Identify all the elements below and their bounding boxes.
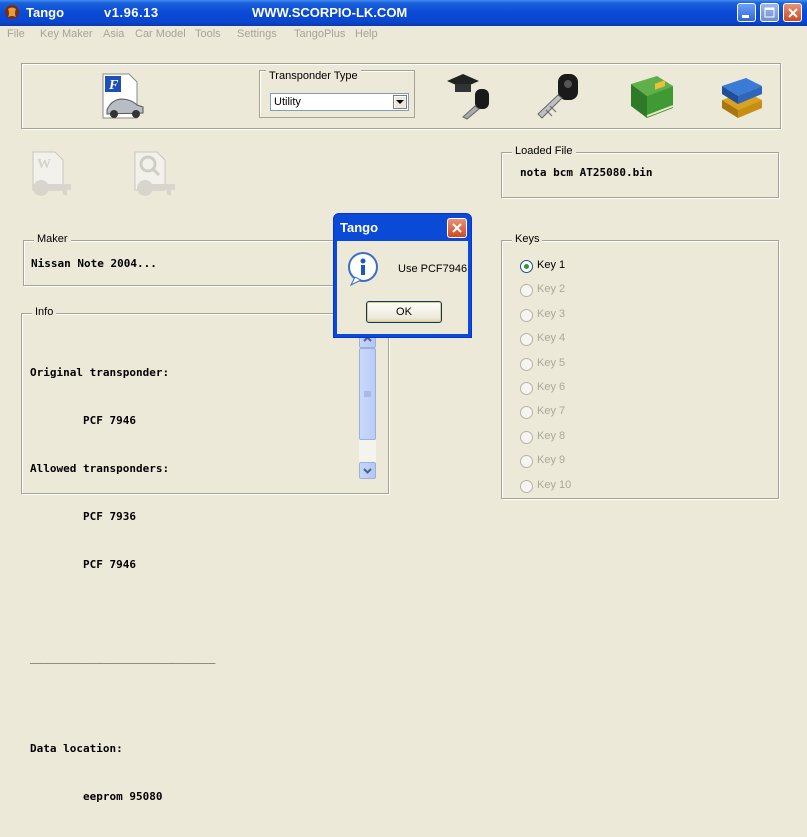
title-bar[interactable]: Tango v1.96.13 WWW.SCORPIO-LK.COM: [0, 0, 807, 26]
message-dialog: Tango Use PCF7946 OK: [333, 213, 472, 338]
car-file-icon[interactable]: F: [99, 72, 145, 122]
info-panel: Info Original transponder: PCF 7946 Allo…: [21, 306, 389, 803]
green-book-icon[interactable]: [627, 72, 675, 122]
dropdown-button[interactable]: [393, 95, 407, 109]
close-button[interactable]: [783, 3, 802, 22]
transponder-type-label: Transponder Type: [266, 70, 361, 82]
maximize-icon: [764, 7, 775, 18]
search-key-icon[interactable]: [131, 150, 179, 200]
chevron-down-icon: [363, 468, 372, 474]
info-line: PCF 7946: [30, 558, 136, 571]
key-radio-label: Key 10: [537, 478, 572, 491]
transponder-type-value: Utility: [274, 96, 301, 108]
chevron-down-icon: [396, 100, 404, 104]
key-radio-label: Key 5: [537, 356, 566, 369]
graduation-key-icon[interactable]: [445, 71, 493, 121]
window-title: Tango: [26, 5, 65, 20]
menu-car-model[interactable]: Car Model: [135, 28, 186, 40]
key-radio-5[interactable]: [520, 357, 533, 371]
window-website: WWW.SCORPIO-LK.COM: [252, 5, 408, 20]
menu-file[interactable]: File: [7, 28, 25, 40]
info-line: [30, 701, 215, 709]
window-version: v1.96.13: [104, 5, 159, 20]
info-scrollbar[interactable]: [359, 331, 376, 479]
menu-key-maker[interactable]: Key Maker: [40, 28, 93, 40]
key-fob-icon[interactable]: [536, 70, 584, 122]
loaded-file-panel: Loaded File nota bcm AT25080.bin: [501, 145, 779, 198]
transponder-type-select[interactable]: Utility: [270, 93, 409, 111]
dialog-title: Tango: [340, 220, 379, 235]
key-radio-label: Key 1: [537, 259, 566, 271]
svg-text:W: W: [37, 157, 51, 172]
maker-label: Maker: [34, 233, 71, 245]
write-key-icon[interactable]: W: [29, 150, 75, 200]
info-line: PCF 7946: [30, 414, 136, 427]
key-radio-10[interactable]: [520, 479, 533, 493]
info-line: PCF 7936: [30, 510, 136, 523]
dialog-message: Use PCF7946: [398, 263, 468, 275]
menu-tangoplus[interactable]: TangoPlus: [294, 28, 345, 40]
menu-tools[interactable]: Tools: [195, 28, 221, 40]
key-radio-1[interactable]: [520, 260, 533, 273]
dialog-close-button[interactable]: [447, 218, 467, 238]
loaded-file-value: nota bcm AT25080.bin: [520, 166, 653, 179]
close-icon: [788, 8, 798, 18]
scroll-thumb[interactable]: [359, 348, 376, 440]
info-separator: ____________________________: [30, 651, 216, 664]
menu-settings[interactable]: Settings: [237, 28, 277, 40]
menu-help[interactable]: Help: [355, 28, 378, 40]
info-line: Data location:: [30, 742, 123, 755]
info-icon: [348, 252, 378, 287]
close-icon: [452, 223, 462, 233]
key-radio-label: Key 4: [537, 332, 566, 345]
key-radio-label: Key 8: [537, 429, 566, 442]
maximize-button[interactable]: [760, 3, 779, 22]
key-radio-label: Key 2: [537, 283, 566, 296]
menu-bar: File Key Maker Asia Car Model Tools Sett…: [0, 26, 807, 44]
scorpio-logo-icon: [5, 5, 19, 19]
key-radio-3[interactable]: [520, 308, 533, 322]
svg-text:F: F: [108, 78, 119, 93]
key-radio-8[interactable]: [520, 430, 533, 444]
key-radio-label: Key 3: [537, 307, 566, 320]
minimize-button[interactable]: [737, 3, 756, 22]
key-radio-label: Key 9: [537, 454, 566, 467]
key-radio-label: Key 7: [537, 405, 566, 418]
books-stack-icon[interactable]: [716, 70, 766, 122]
minimize-icon: [742, 15, 749, 18]
keys-label: Keys: [512, 233, 543, 245]
info-text: Original transponder: PCF 7946 Allowed t…: [30, 333, 215, 837]
loaded-file-label: Loaded File: [512, 145, 576, 157]
grip-icon: [364, 391, 371, 397]
scroll-down-button[interactable]: [359, 462, 376, 479]
key-radio-6[interactable]: [520, 382, 533, 395]
ok-button[interactable]: OK: [366, 301, 442, 323]
maker-value: Nissan Note 2004...: [31, 257, 157, 270]
info-line: [30, 605, 215, 621]
menu-asia[interactable]: Asia: [103, 28, 124, 40]
info-line: Allowed transponders:: [30, 462, 170, 475]
key-radio-label: Key 6: [537, 381, 566, 393]
info-line: eeprom 95080: [30, 790, 163, 803]
info-label: Info: [32, 306, 57, 318]
dialog-body: Use PCF7946 OK: [337, 241, 468, 334]
info-line: Original transponder:: [30, 366, 170, 379]
